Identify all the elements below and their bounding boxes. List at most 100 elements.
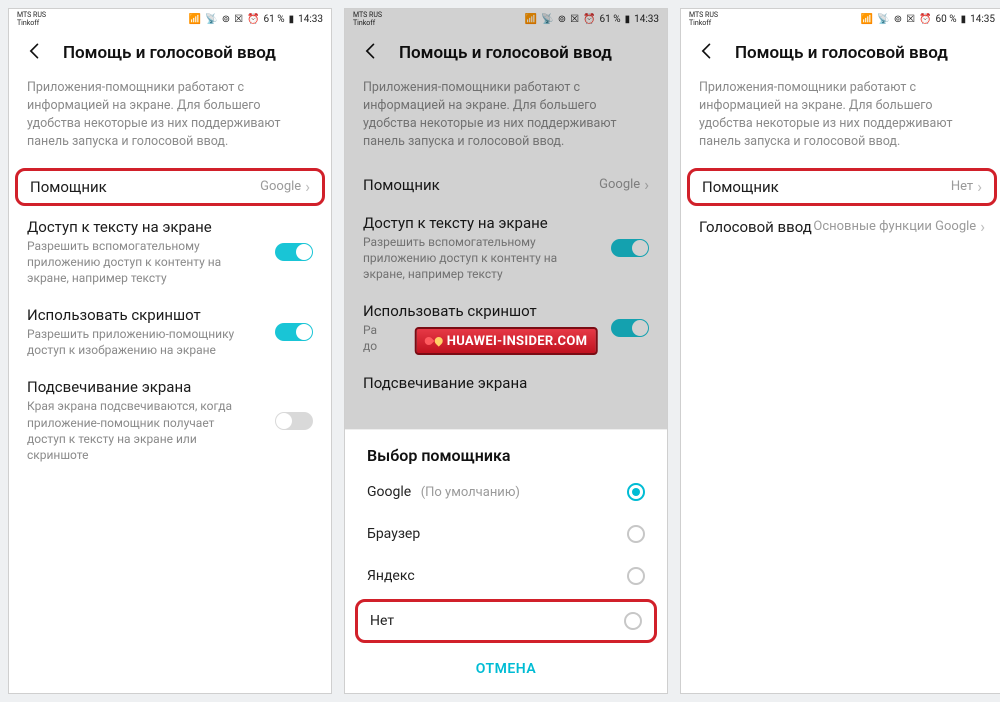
page-title: Помощь и голосовой ввод (735, 43, 948, 63)
alarm-icon: ⏰ (247, 14, 259, 25)
chevron-right-icon: › (977, 179, 982, 195)
voice-input-value: Основные функции Google (813, 219, 976, 234)
nfc-icon: ⊚ (894, 14, 902, 25)
assistant-row[interactable]: Помощник Google › (345, 166, 667, 204)
option-none-label: Нет (370, 613, 394, 629)
operator-1: MTS RUS (353, 11, 382, 19)
status-bar: MTS RUS Tinkoff 📶 📡 ⊚ ☒ ⏰ 60 % ▮ 14:35 (681, 9, 1000, 29)
screenshot-row[interactable]: Использовать скриншот Разрешить приложен… (9, 296, 331, 368)
radio-icon[interactable] (624, 612, 642, 630)
dnd-icon: ☒ (906, 14, 915, 25)
signal-icon: 📶 (861, 14, 873, 25)
radio-selected-icon[interactable] (627, 483, 645, 501)
page-title: Помощь и голосовой ввод (63, 43, 276, 63)
operator-1: MTS RUS (689, 11, 718, 19)
back-icon[interactable] (361, 41, 381, 65)
screenshot-sub: Разрешить приложению-помощнику доступ к … (27, 326, 313, 358)
assistant-label: Помощник (702, 178, 779, 196)
text-access-sub: Разрешить вспомогательному приложению до… (27, 238, 313, 287)
battery-text: 60 % (936, 14, 957, 25)
assistant-row[interactable]: Помощник Google › (15, 168, 325, 206)
page-header: Помощь и голосовой ввод (9, 29, 331, 75)
dnd-icon: ☒ (234, 14, 243, 25)
text-access-row[interactable]: Доступ к тексту на экране Разрешить вспо… (345, 204, 667, 293)
clock-text: 14:33 (634, 14, 659, 25)
screenshot-toggle[interactable] (275, 323, 313, 341)
option-browser-label: Браузер (367, 526, 420, 542)
option-google[interactable]: Google (По умолчанию) (345, 471, 667, 513)
screenshot-label: Использовать скриншот (363, 302, 649, 320)
text-access-label: Доступ к тексту на экране (27, 218, 313, 236)
battery-icon: ▮ (961, 14, 967, 25)
flash-label: Подсвечивание экрана (363, 374, 649, 392)
voice-input-label: Голосовой ввод (699, 218, 812, 236)
wifi-icon: 📡 (877, 14, 889, 25)
back-icon[interactable] (697, 41, 717, 65)
watermark-text: HUAWEI-INSIDER.COM (447, 334, 588, 349)
phone-screen-2: MTS RUS Tinkoff 📶 📡 ⊚ ☒ ⏰ 61 % ▮ 14:33 П… (344, 8, 668, 694)
text-access-toggle[interactable] (611, 239, 649, 257)
page-description: Приложения-помощники работают с информац… (681, 75, 1000, 166)
operator-2: Tinkoff (17, 19, 46, 27)
nfc-icon: ⊚ (222, 14, 230, 25)
battery-icon: ▮ (625, 14, 631, 25)
text-access-row[interactable]: Доступ к тексту на экране Разрешить вспо… (9, 208, 331, 297)
wifi-icon: 📡 (205, 14, 217, 25)
chevron-right-icon: › (305, 179, 310, 195)
page-header: Помощь и голосовой ввод (681, 29, 1000, 75)
battery-text: 61 % (600, 14, 621, 25)
clock-text: 14:35 (970, 14, 995, 25)
back-icon[interactable] (25, 41, 45, 65)
battery-icon: ▮ (289, 14, 295, 25)
assistant-picker-sheet: Выбор помощника Google (По умолчанию) Бр… (345, 429, 667, 693)
text-access-sub: Разрешить вспомогательному приложению до… (363, 234, 649, 283)
radio-icon[interactable] (627, 525, 645, 543)
text-access-toggle[interactable] (275, 243, 313, 261)
page-description: Приложения-помощники работают с информац… (9, 75, 331, 166)
phone-screen-3: MTS RUS Tinkoff 📶 📡 ⊚ ☒ ⏰ 60 % ▮ 14:35 П… (680, 8, 1000, 694)
option-yandex[interactable]: Яндекс (345, 555, 667, 597)
cancel-button[interactable]: ОТМЕНА (345, 645, 667, 693)
flash-label: Подсвечивание экрана (27, 378, 313, 396)
option-none[interactable]: Нет (355, 599, 657, 643)
alarm-icon: ⏰ (919, 14, 931, 25)
page-description: Приложения-помощники работают с информац… (345, 75, 667, 166)
flash-row: Подсвечивание экрана (345, 364, 667, 402)
chevron-right-icon: › (644, 177, 649, 193)
dnd-icon: ☒ (570, 14, 579, 25)
flash-row[interactable]: Подсвечивание экрана Края экрана подсвеч… (9, 368, 331, 473)
watermark-badge: HUAWEI-INSIDER.COM (415, 327, 598, 355)
operator-2: Tinkoff (689, 19, 718, 27)
option-browser[interactable]: Браузер (345, 513, 667, 555)
voice-input-row[interactable]: Голосовой ввод Основные функции Google › (681, 208, 1000, 246)
assistant-row[interactable]: Помощник Нет › (687, 168, 997, 206)
clock-text: 14:33 (298, 14, 323, 25)
page-title: Помощь и голосовой ввод (399, 43, 612, 63)
phone-screen-1: MTS RUS Tinkoff 📶 📡 ⊚ ☒ ⏰ 61 % ▮ 14:33 П… (8, 8, 332, 694)
flash-sub: Края экрана подсвечиваются, когда прилож… (27, 398, 313, 463)
assistant-value: Нет (951, 179, 973, 194)
assistant-label: Помощник (363, 176, 440, 194)
text-access-label: Доступ к тексту на экране (363, 214, 649, 232)
option-yandex-label: Яндекс (367, 568, 415, 584)
signal-icon: 📶 (525, 14, 537, 25)
huawei-logo-icon (425, 332, 443, 350)
assistant-value: Google (599, 177, 640, 192)
battery-text: 61 % (264, 14, 285, 25)
screenshot-label: Использовать скриншот (27, 306, 313, 324)
wifi-icon: 📡 (541, 14, 553, 25)
nfc-icon: ⊚ (558, 14, 566, 25)
option-google-label: Google (367, 484, 411, 500)
status-bar: MTS RUS Tinkoff 📶 📡 ⊚ ☒ ⏰ 61 % ▮ 14:33 (9, 9, 331, 29)
alarm-icon: ⏰ (583, 14, 595, 25)
signal-icon: 📶 (189, 14, 201, 25)
radio-icon[interactable] (627, 567, 645, 585)
sheet-title: Выбор помощника (345, 436, 667, 471)
status-bar: MTS RUS Tinkoff 📶 📡 ⊚ ☒ ⏰ 61 % ▮ 14:33 (345, 9, 667, 29)
assistant-label: Помощник (30, 178, 107, 196)
operator-1: MTS RUS (17, 11, 46, 19)
assistant-value: Google (260, 179, 301, 194)
option-google-default: (По умолчанию) (421, 485, 520, 500)
flash-toggle[interactable] (275, 412, 313, 430)
screenshot-toggle[interactable] (611, 319, 649, 337)
